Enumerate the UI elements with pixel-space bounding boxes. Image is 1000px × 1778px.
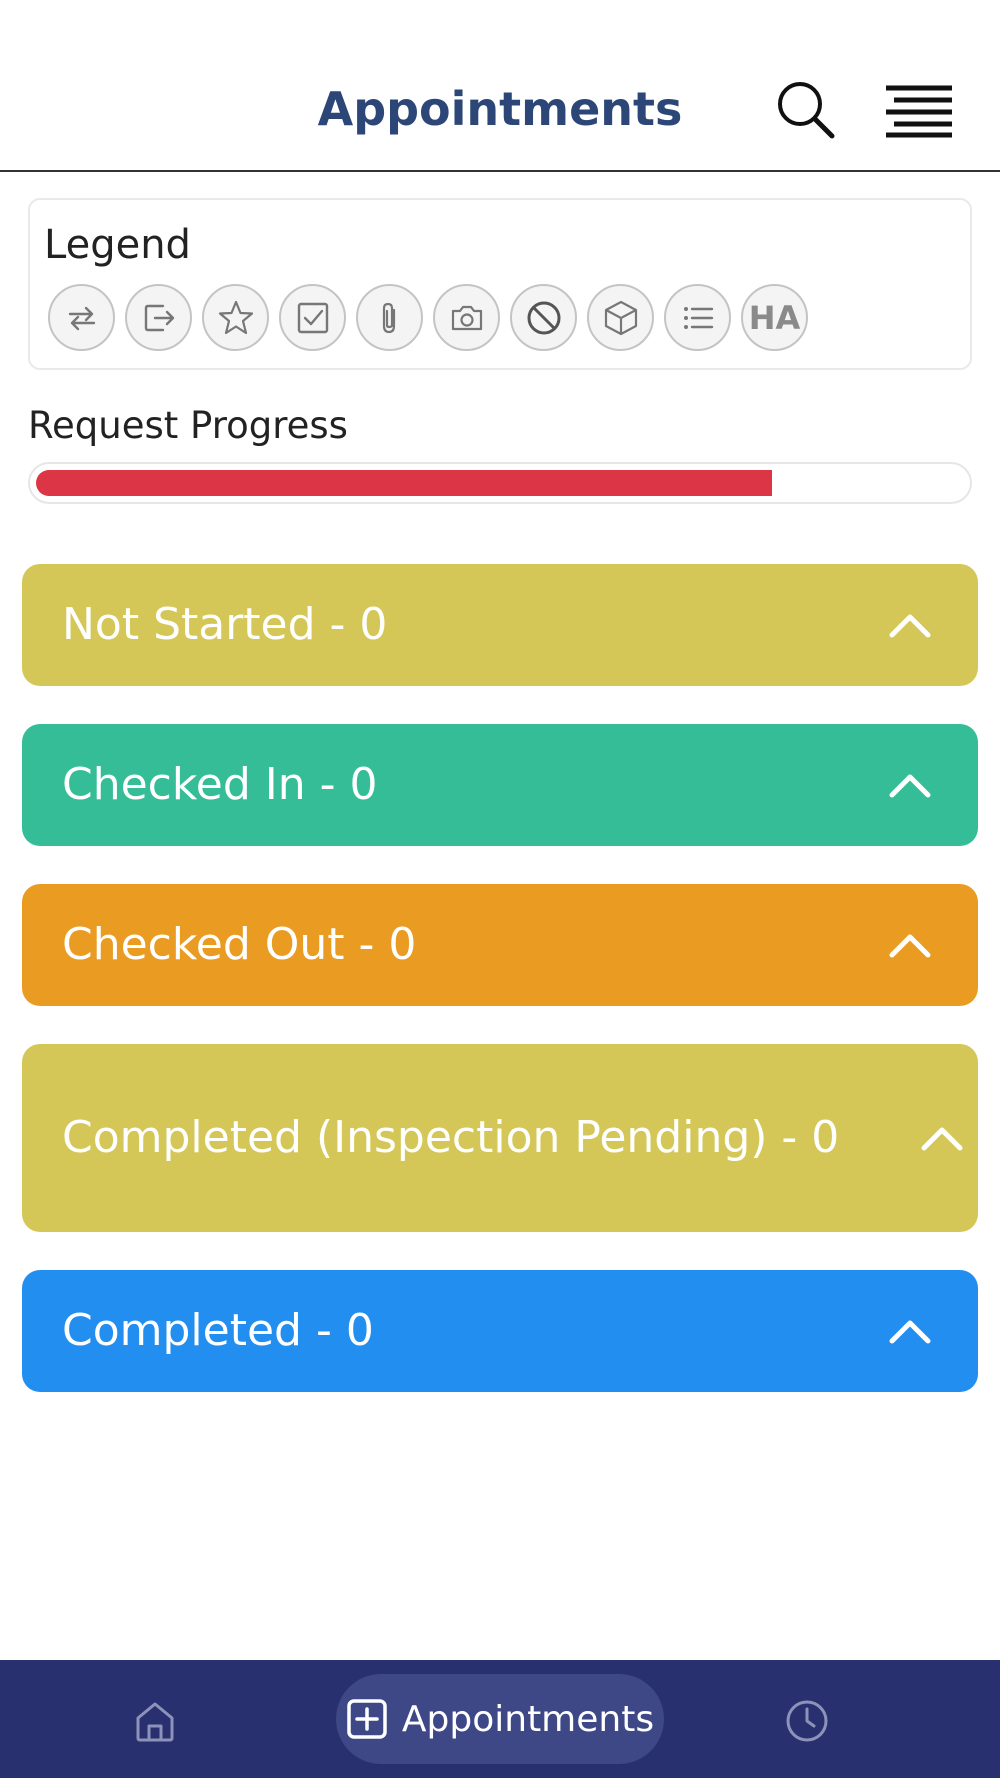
status-section-label: Completed (Inspection Pending) - 0 [62, 1112, 840, 1163]
menu-icon[interactable] [884, 84, 954, 138]
star-icon [202, 284, 269, 351]
progress-bar-fill [36, 470, 773, 496]
chevron-up-icon[interactable] [920, 1118, 964, 1158]
exit-icon [125, 284, 192, 351]
status-section[interactable]: Completed (Inspection Pending) - 0 [22, 1044, 978, 1232]
ha-badge-text: HA [748, 298, 801, 337]
status-section-label: Checked Out - 0 [62, 919, 417, 970]
legend-icons: HA [48, 284, 818, 351]
status-section-label: Completed - 0 [62, 1305, 374, 1356]
home-icon[interactable] [130, 1696, 180, 1746]
status-section[interactable]: Checked In - 0 [22, 724, 978, 846]
repeat-icon [48, 284, 115, 351]
chevron-up-icon[interactable] [888, 765, 932, 805]
box-icon [587, 284, 654, 351]
ha-badge: HA [741, 284, 808, 351]
nav-appointments-button[interactable]: Appointments [336, 1674, 664, 1764]
plus-square-icon [347, 1699, 387, 1739]
app-header: Appointments [0, 0, 1000, 172]
status-section[interactable]: Not Started - 0 [22, 564, 978, 686]
ban-icon [510, 284, 577, 351]
chevron-up-icon[interactable] [888, 925, 932, 965]
progress-label: Request Progress [28, 404, 348, 447]
status-sections: Not Started - 0 Checked In - 0 Checked Out… [22, 564, 978, 1430]
chevron-up-icon[interactable] [888, 1311, 932, 1351]
search-icon[interactable] [774, 78, 838, 142]
checkbox-icon [279, 284, 346, 351]
status-section[interactable]: Checked Out - 0 [22, 884, 978, 1006]
bottom-nav: Appointments [0, 1660, 1000, 1778]
clock-icon[interactable] [782, 1696, 832, 1746]
status-section-label: Not Started - 0 [62, 599, 388, 650]
nav-appointments-label: Appointments [401, 1698, 655, 1740]
camera-icon [433, 284, 500, 351]
page-title: Appointments [317, 82, 683, 136]
progress-bar [28, 462, 972, 504]
status-section-label: Checked In - 0 [62, 759, 378, 810]
chevron-up-icon[interactable] [888, 605, 932, 645]
paperclip-icon [356, 284, 423, 351]
list-icon [664, 284, 731, 351]
legend-panel: Legend HA [28, 198, 972, 370]
legend-title: Legend [44, 222, 191, 268]
status-section[interactable]: Completed - 0 [22, 1270, 978, 1392]
